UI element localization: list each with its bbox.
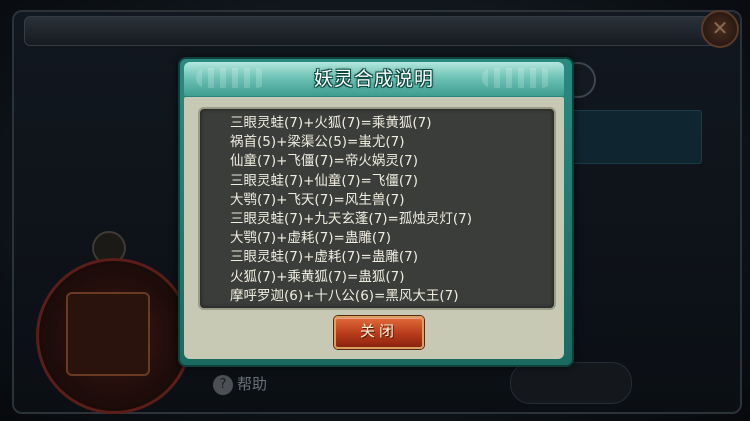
background-side-panel: [565, 110, 702, 164]
recipe-panel: 三眼灵蛙(7)+火狐(7)=乘黄狐(7) 祸首(5)+梁渠公(5)=蚩尤(7) …: [198, 107, 556, 310]
background-bottom-control: [510, 362, 632, 404]
recipe-item: 三眼灵蛙(7)+九天玄蓬(7)=孤烛灵灯(7): [230, 210, 472, 227]
dialog-body: 三眼灵蛙(7)+火狐(7)=乘黄狐(7) 祸首(5)+梁渠公(5)=蚩尤(7) …: [184, 97, 564, 359]
recipe-item: 大鹗(7)+飞天(7)=风生兽(7): [230, 191, 405, 208]
recipe-list: 三眼灵蛙(7)+火狐(7)=乘黄狐(7) 祸首(5)+梁渠公(5)=蚩尤(7) …: [230, 114, 472, 306]
dialog-header: 妖灵合成说明: [184, 62, 564, 96]
background-close-icon: ✕: [701, 10, 739, 48]
background-title-bar: [24, 16, 716, 46]
recipe-item: 祸首(5)+梁渠公(5)=蚩尤(7): [230, 134, 405, 151]
dialog-title: 妖灵合成说明: [313, 68, 434, 90]
recipe-item: 大鹗(7)+虚耗(7)=蛊雕(7): [230, 230, 391, 247]
recipe-item: 三眼灵蛙(7)+火狐(7)=乘黄狐(7): [230, 115, 432, 131]
close-button[interactable]: 关闭: [334, 316, 424, 349]
background-help-label: 帮助: [237, 375, 268, 393]
recipe-item: 三眼灵蛙(7)+仙童(7)=飞僵(7): [230, 172, 418, 189]
background-help-button: ? 帮助: [213, 370, 323, 398]
help-icon: ?: [213, 374, 233, 395]
recipe-item: 火狐(7)+乘黄狐(7)=蛊狐(7): [230, 268, 405, 285]
synthesis-info-dialog: 妖灵合成说明 三眼灵蛙(7)+火狐(7)=乘黄狐(7) 祸首(5)+梁渠公(5)…: [178, 57, 574, 367]
background-summon-slot: [66, 292, 150, 376]
recipe-item: 三眼灵蛙(7)+虚耗(7)=蛊雕(7): [230, 249, 418, 266]
recipe-item: 摩呼罗迦(6)+十八公(6)=黑风大王(7): [230, 287, 459, 304]
recipe-item: 仙童(7)+飞僵(7)=帝火娲灵(7): [230, 153, 418, 170]
